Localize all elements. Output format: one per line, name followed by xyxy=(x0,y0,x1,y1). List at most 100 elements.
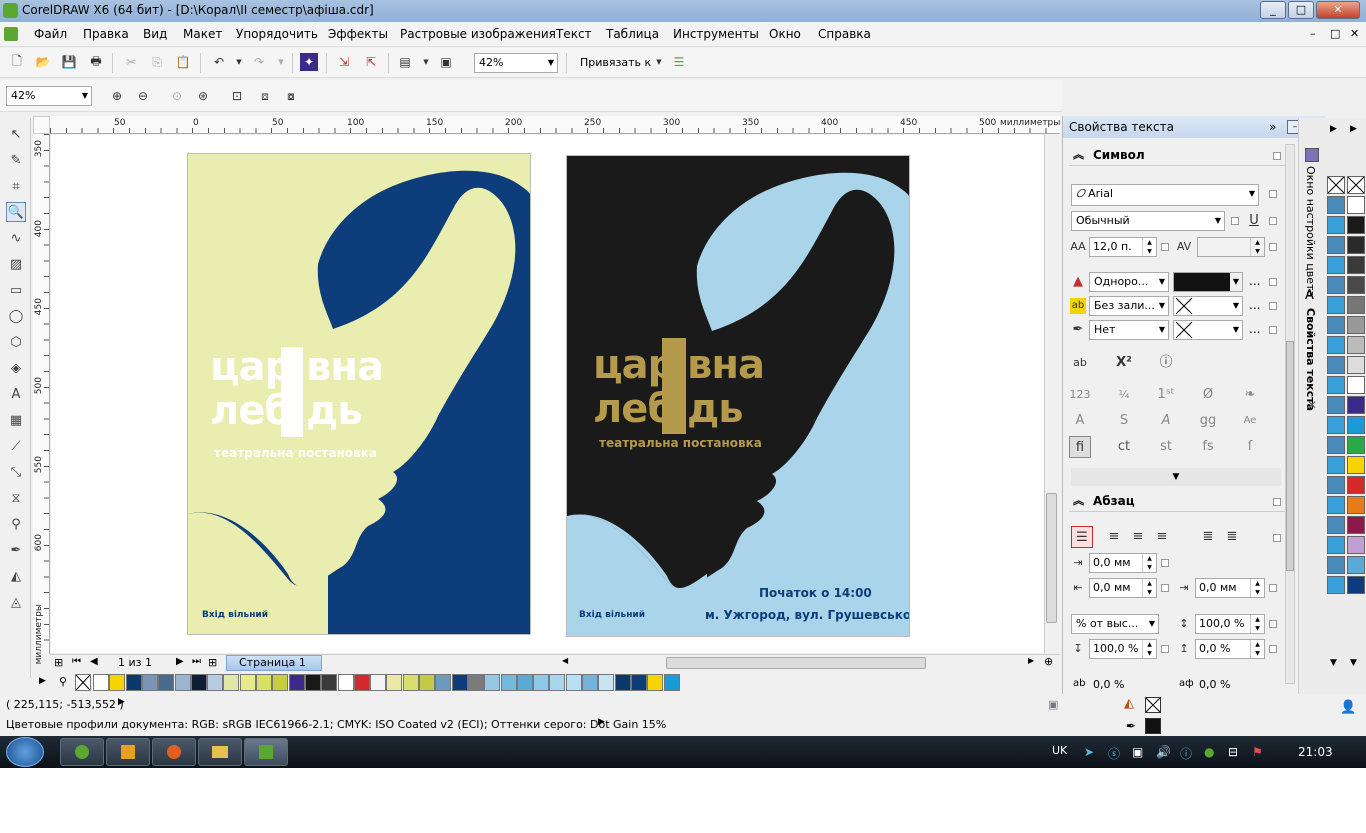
docker-scroll-thumb[interactable] xyxy=(1286,341,1294,571)
palette-swatch[interactable] xyxy=(565,674,582,691)
titling-icon[interactable]: A xyxy=(1069,410,1091,432)
doc-close-icon[interactable]: ✕ xyxy=(1350,27,1359,40)
undo-icon[interactable]: ↶ xyxy=(210,53,228,71)
ellipse-tool-icon[interactable]: ◯ xyxy=(6,306,26,326)
right-palette2-swatch[interactable] xyxy=(1347,456,1365,474)
print-icon[interactable]: 🖶 xyxy=(87,53,105,71)
page-tab-1[interactable]: Страница 1 xyxy=(226,655,322,671)
right-palette2-swatch[interactable] xyxy=(1347,536,1365,554)
minimize-button[interactable]: _ xyxy=(1260,1,1286,19)
palette-swatch[interactable] xyxy=(174,674,191,691)
palette-swatch[interactable] xyxy=(288,674,305,691)
menu-file[interactable]: Файл xyxy=(34,27,67,41)
palette-swatch[interactable] xyxy=(158,674,175,691)
fraction-icon[interactable]: ¼ xyxy=(1113,384,1135,406)
palette-swatch[interactable] xyxy=(337,674,354,691)
right-palette2-swatch[interactable] xyxy=(1347,396,1365,414)
menu-view[interactable]: Вид xyxy=(143,27,167,41)
outline-indicator-icon[interactable]: ✒ xyxy=(1126,719,1136,733)
add-page-icon[interactable]: ⊞ xyxy=(54,656,63,669)
slashed-zero-icon[interactable]: Ø xyxy=(1197,384,1219,406)
horizontal-scroll-thumb[interactable] xyxy=(666,657,926,669)
right-palette2-swatch[interactable] xyxy=(1347,216,1365,234)
ruler-origin[interactable] xyxy=(33,116,50,134)
text-properties-tab[interactable]: Свойства текста xyxy=(1304,308,1317,411)
right-palette-swatch[interactable] xyxy=(1327,256,1345,274)
fill-indicator-icon[interactable]: ◭ xyxy=(1124,696,1134,711)
palette-swatch[interactable] xyxy=(190,674,207,691)
line-spacing-mode-combo[interactable]: % от выс... ▼ xyxy=(1071,614,1159,634)
line-spacing-field[interactable]: 100,0 % ▲ ▼ xyxy=(1195,614,1265,634)
palette-swatch[interactable] xyxy=(256,674,272,691)
cut-icon[interactable]: ✂ xyxy=(122,53,140,71)
taskbar-app-media[interactable] xyxy=(106,738,150,766)
undo-dropdown-icon[interactable]: ▼ xyxy=(230,53,248,71)
fill-color-swatch[interactable]: ▼ xyxy=(1173,272,1243,292)
color-docker-tab-icon[interactable] xyxy=(1305,148,1319,162)
vertical-ruler[interactable]: 350 400 450 500 550 600 миллиметры xyxy=(33,134,50,664)
right-palette2-swatch[interactable] xyxy=(1347,436,1365,454)
palette-eyedropper-icon[interactable]: ⚲ xyxy=(59,675,67,688)
right-palette-swatch[interactable] xyxy=(1327,536,1345,554)
drawing-canvas[interactable]: цар вна леб дь театральна постановка Поч… xyxy=(51,135,1044,653)
zoom-level-combo[interactable]: 42% ▼ xyxy=(474,53,558,73)
right-palette-swatch[interactable] xyxy=(1327,376,1345,394)
navigator-icon[interactable]: ⊕ xyxy=(1044,655,1053,668)
shape-tool-icon[interactable]: ✎ xyxy=(6,150,26,170)
first-page-icon[interactable]: ⏮ xyxy=(72,656,81,667)
eyedropper-tool-icon[interactable]: ⚲ xyxy=(6,514,26,534)
right-palette2-swatch[interactable] xyxy=(1347,316,1365,334)
smart-fill-tool-icon[interactable]: ▨ xyxy=(6,254,26,274)
background-color-swatch[interactable]: ▼ xyxy=(1173,296,1243,316)
menu-table[interactable]: Таблица xyxy=(606,27,659,41)
palette-swatch[interactable] xyxy=(353,674,370,691)
taskbar-app-coreldraw-1[interactable] xyxy=(60,738,104,766)
text-tool-icon[interactable]: A xyxy=(6,384,26,404)
right-palette-swatch[interactable] xyxy=(1327,236,1345,254)
zoom-page-icon[interactable]: ⊡ xyxy=(228,87,246,105)
right-indent-field[interactable]: 0,0 мм ▲ ▼ xyxy=(1195,578,1265,598)
palette-swatch[interactable] xyxy=(630,674,647,691)
palette-swatch[interactable] xyxy=(321,674,338,691)
background-fill-combo[interactable]: Без зали... ▼ xyxy=(1089,296,1169,316)
hscroll-left-icon[interactable]: ◀ xyxy=(562,656,568,665)
table-tool-icon[interactable]: ▦ xyxy=(6,410,26,430)
outline-pen-tool-icon[interactable]: ✒ xyxy=(6,540,26,560)
right-palette-swatch[interactable] xyxy=(1327,436,1345,454)
stylistic-icon[interactable]: A xyxy=(1155,410,1177,432)
right-palette2-swatch[interactable] xyxy=(1347,336,1365,354)
palette-swatch[interactable] xyxy=(663,674,680,691)
left-indent-field[interactable]: 0,0 мм ▲ ▼ xyxy=(1089,578,1157,598)
polygon-tool-icon[interactable]: ⬡ xyxy=(6,332,26,352)
user-account-icon[interactable]: 👤 xyxy=(1340,700,1356,715)
ligatures-icon[interactable]: ﬁ xyxy=(1069,436,1091,458)
palette-swatch[interactable] xyxy=(239,674,256,691)
add-page-after-icon[interactable]: ⊞ xyxy=(208,656,217,669)
menu-edit[interactable]: Правка xyxy=(83,27,129,41)
palette-swatch[interactable] xyxy=(484,674,501,691)
dimension-tool-icon[interactable]: ⟋ xyxy=(6,436,26,456)
menu-text[interactable]: Текст xyxy=(556,27,592,41)
search-content-icon[interactable]: ✦ xyxy=(300,53,318,71)
letter-spacing-value[interactable]: 0,0 % xyxy=(1093,678,1124,691)
tray-corel-icon[interactable]: ● xyxy=(1204,745,1214,759)
right-palette-swatch[interactable] xyxy=(1327,316,1345,334)
right-palette-swatch[interactable] xyxy=(1327,296,1345,314)
right-palette2-swatch[interactable] xyxy=(1347,476,1365,494)
justify-icon[interactable]: ≣ xyxy=(1197,526,1219,548)
right-palette2-swatch[interactable] xyxy=(1347,356,1365,374)
palette-swatch[interactable] xyxy=(598,674,615,691)
ornament-icon[interactable]: ❧ xyxy=(1239,384,1261,406)
snap-indicator-icon[interactable]: ▣ xyxy=(1048,698,1058,711)
poster-blue[interactable]: цар вна леб дь театральна постановка Поч… xyxy=(187,153,531,635)
align-center-icon[interactable]: ≡ xyxy=(1127,526,1149,548)
right-palette2-swatch[interactable] xyxy=(1347,256,1365,274)
palette-swatch[interactable] xyxy=(614,674,631,691)
crop-tool-icon[interactable]: ⌗ xyxy=(6,176,26,196)
palette-swatch[interactable] xyxy=(402,674,419,691)
palette-scroll-up-icon[interactable]: ▶ xyxy=(1330,124,1337,134)
tray-info-icon[interactable]: ⓘ xyxy=(1180,745,1192,762)
right-palette-swatch[interactable] xyxy=(1327,496,1345,514)
zoom-height-icon[interactable]: ⧇ xyxy=(282,87,300,105)
palette-swatch[interactable] xyxy=(386,674,403,691)
